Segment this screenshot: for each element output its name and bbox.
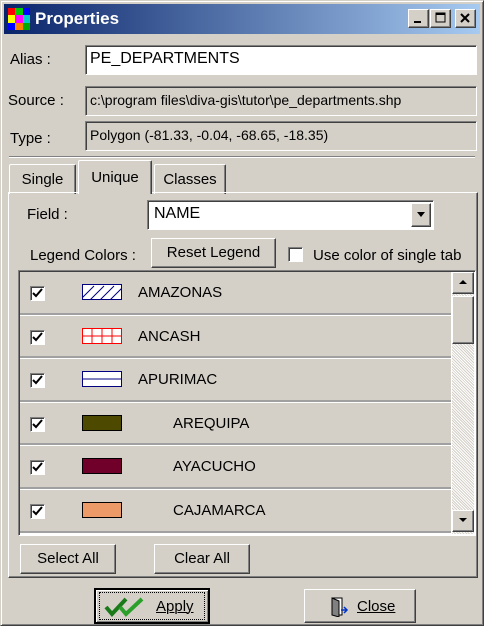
close-dialog-button[interactable]: Close xyxy=(304,589,416,623)
field-dropdown-button[interactable] xyxy=(411,203,431,227)
legend-colors-label: Legend Colors : xyxy=(30,247,136,264)
select-all-button[interactable]: Select All xyxy=(20,544,116,574)
source-field: c:\program files\diva-gis\tutor\pe_depar… xyxy=(85,86,477,116)
use-single-color-label: Use color of single tab xyxy=(313,247,462,264)
item-name: ANCASH xyxy=(138,327,201,345)
tab-single[interactable]: Single xyxy=(9,164,76,194)
list-item[interactable]: APURIMAC xyxy=(20,359,451,403)
properties-window: Properties Alias : PE_DEPARTMENTS Source… xyxy=(0,0,484,626)
door-exit-icon xyxy=(331,597,349,617)
checkmark-icon xyxy=(32,462,43,472)
horizontal-line-swatch xyxy=(82,371,122,388)
item-name: CAJAMARCA xyxy=(173,501,266,519)
item-checkbox[interactable] xyxy=(30,416,45,432)
item-name: AYACUCHO xyxy=(173,458,256,476)
item-checkbox[interactable] xyxy=(30,503,45,519)
use-single-color-checkbox[interactable] xyxy=(288,247,303,262)
tab-unique[interactable]: Unique xyxy=(78,160,152,194)
source-label: Source : xyxy=(8,92,64,109)
window-title: Properties xyxy=(35,9,120,28)
list-item[interactable]: ANCASH xyxy=(20,315,451,360)
grid-hatch-swatch xyxy=(82,327,122,344)
separator xyxy=(9,156,475,158)
field-select[interactable]: NAME xyxy=(147,200,434,230)
list-item[interactable]: CAJAMARCA xyxy=(20,489,451,534)
reset-legend-button[interactable]: Reset Legend xyxy=(151,238,276,268)
scroll-up-button[interactable] xyxy=(452,272,474,294)
maximize-button[interactable] xyxy=(430,9,451,28)
vertical-scrollbar[interactable] xyxy=(452,272,474,534)
arrow-up-icon xyxy=(459,280,467,284)
item-checkbox[interactable] xyxy=(30,460,45,476)
list-item[interactable]: AMAZONAS xyxy=(20,272,451,316)
item-checkbox[interactable] xyxy=(30,286,45,301)
checkmark-icon xyxy=(32,375,43,385)
app-grid-icon xyxy=(8,8,30,30)
title-bar[interactable]: Properties xyxy=(4,4,480,34)
clear-all-button[interactable]: Clear All xyxy=(154,544,250,574)
diagonal-hatch-swatch xyxy=(82,284,122,300)
alias-label: Alias : xyxy=(10,51,51,68)
checkmark-icon xyxy=(32,506,43,516)
minimize-button[interactable] xyxy=(408,9,429,28)
legend-list[interactable]: AMAZONAS ANCASH APURIMAC AREQUIPA AYACUC… xyxy=(18,270,476,536)
field-label: Field : xyxy=(27,206,68,223)
alias-input[interactable]: PE_DEPARTMENTS xyxy=(85,45,477,75)
focus-rect xyxy=(99,592,205,620)
type-label: Type : xyxy=(10,130,51,147)
minimize-icon xyxy=(414,21,421,23)
item-checkbox[interactable] xyxy=(30,373,45,389)
scroll-down-button[interactable] xyxy=(452,510,474,532)
item-name: AREQUIPA xyxy=(173,414,250,432)
field-select-value: NAME xyxy=(154,205,201,222)
maximize-icon xyxy=(435,12,446,23)
close-button[interactable] xyxy=(455,9,476,28)
checkmark-icon xyxy=(32,419,43,429)
item-checkbox[interactable] xyxy=(30,329,45,345)
tab-classes[interactable]: Classes xyxy=(154,164,226,194)
arrow-down-icon xyxy=(459,518,467,522)
item-name: AMAZONAS xyxy=(138,284,223,301)
checkmark-icon xyxy=(32,288,43,298)
list-item[interactable]: AYACUCHO xyxy=(20,446,451,490)
type-field: Polygon (-81.33, -0.04, -68.65, -18.35) xyxy=(85,121,477,151)
close-label: Close xyxy=(357,598,396,615)
scroll-thumb[interactable] xyxy=(452,296,474,344)
item-name: APURIMAC xyxy=(138,371,218,389)
list-item[interactable]: AREQUIPA xyxy=(20,402,451,447)
checkmark-icon xyxy=(32,331,43,342)
chevron-down-icon xyxy=(417,212,425,217)
solid-swatch xyxy=(82,501,122,518)
apply-button[interactable]: Apply xyxy=(94,588,210,624)
solid-swatch xyxy=(82,458,122,475)
solid-swatch xyxy=(82,414,122,431)
close-icon xyxy=(460,13,470,23)
legend-rows: AMAZONAS ANCASH APURIMAC AREQUIPA AYACUC… xyxy=(20,272,451,534)
